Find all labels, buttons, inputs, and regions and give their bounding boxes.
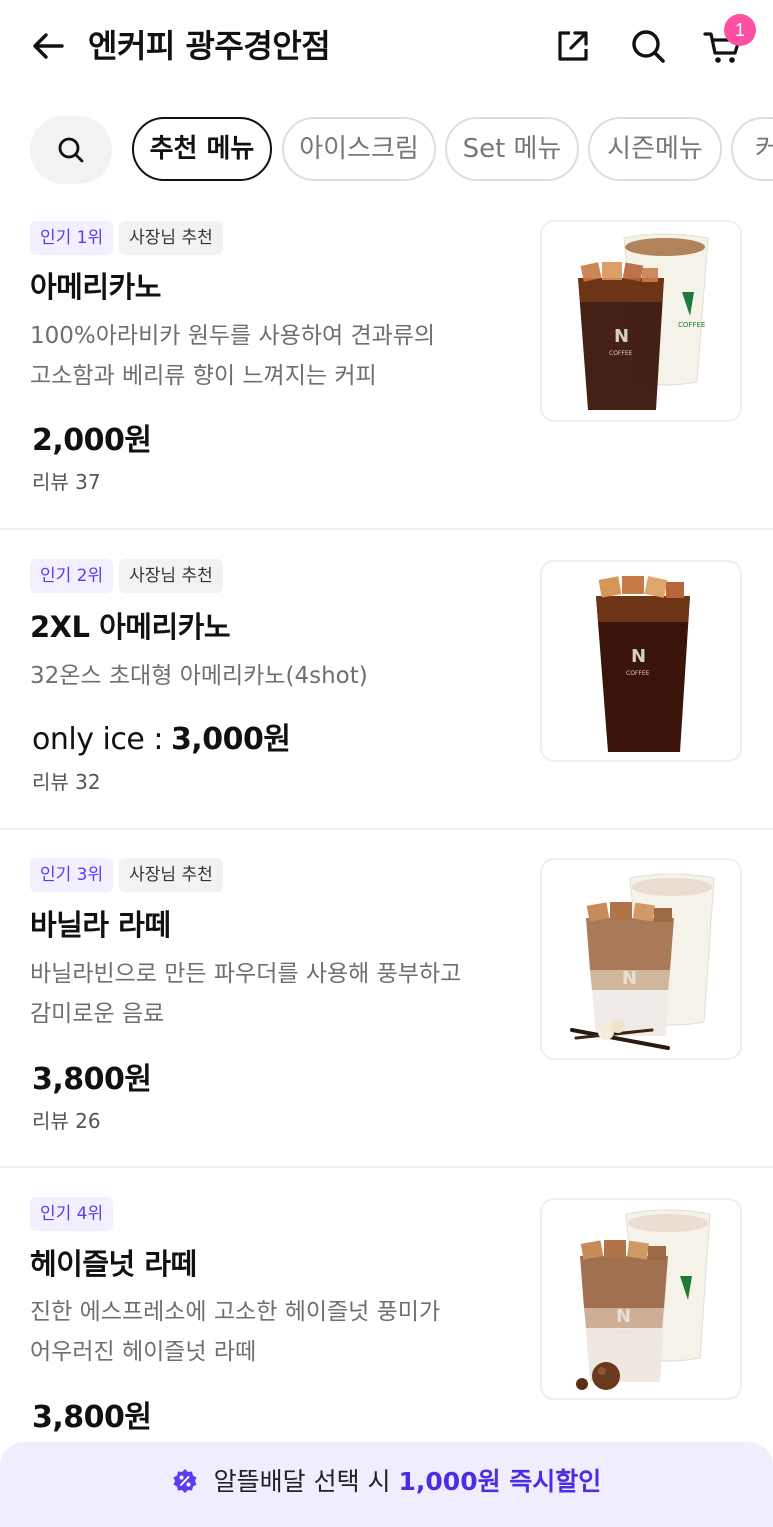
arrow-left-icon <box>33 33 64 59</box>
share-button[interactable] <box>553 26 593 66</box>
popularity-badge: 인기 2위 <box>30 559 114 593</box>
search-button[interactable] <box>628 26 668 66</box>
promo-discount-highlight: 1,000원 즉시할인 <box>398 1467 602 1496</box>
tab-season-menu[interactable]: 시즌메뉴 <box>588 117 722 181</box>
owner-pick-badge: 사장님 추천 <box>119 559 223 593</box>
cup-brand-text: COFFEE <box>626 670 650 677</box>
cup-logo: N <box>616 1306 631 1327</box>
menu-search-button[interactable] <box>30 116 112 184</box>
owner-pick-badge: 사장님 추천 <box>119 858 223 892</box>
search-icon <box>58 137 84 163</box>
popularity-badge: 인기 1위 <box>30 221 114 255</box>
item-price: 3,800원 <box>32 1400 152 1435</box>
promo-banner[interactable]: 알뜰배달 선택 시 1,000원 즉시할인 <box>0 1442 773 1527</box>
item-name: 2XL 아메리카노 <box>30 610 231 644</box>
hazelnut-latte-image: N COFFEE <box>576 1209 711 1390</box>
item-description-line: 32온스 초대형 아메리카노(4shot) <box>30 663 368 689</box>
item-image: N COFFEE <box>540 1198 742 1400</box>
item-description-line: 진한 에스프레소에 고소한 헤이즐넛 풍미가 <box>30 1299 441 1325</box>
search-icon <box>632 30 665 63</box>
2xl-iced-americano-image: N COFFEE <box>596 576 690 752</box>
owner-pick-badge: 사장님 추천 <box>119 221 223 255</box>
item-image: N COFFEE <box>540 560 742 762</box>
category-tabs: 추천 메뉴 아이스크림 Set 메뉴 시즌메뉴 커 <box>0 116 773 186</box>
item-name: 바닐라 라떼 <box>30 908 171 942</box>
cup-brand-text: COFFEE <box>609 350 633 357</box>
tab-ice-cream[interactable]: 아이스크림 <box>282 117 436 181</box>
discount-badge-icon <box>173 1469 197 1493</box>
iced-americano-with-hot-cup-image: COFFEE N COFFEE <box>578 233 709 410</box>
store-title: 엔커피 광주경안점 <box>88 27 331 65</box>
tab-set-menu[interactable]: Set 메뉴 <box>445 117 579 181</box>
item-description: 진한 에스프레소에 고소한 헤이즐넛 풍미가 어우러진 헤이즐넛 라떼 <box>30 1292 490 1372</box>
menu-item-americano[interactable]: 인기 1위 사장님 추천 아메리카노 100%아라비카 원두를 사용하여 견과류의… <box>0 218 773 530</box>
item-price: only ice :3,000원 <box>32 714 291 758</box>
menu-item-2xl-americano[interactable]: 인기 2위 사장님 추천 2XL 아메리카노 32온스 초대형 아메리카노(4sh… <box>0 528 773 830</box>
vanilla-latte-image: N <box>570 873 715 1050</box>
cup-logo: N <box>614 326 629 347</box>
item-description: 32온스 초대형 아메리카노(4shot) <box>30 656 490 696</box>
cup-brand-text: COFFEE <box>678 321 705 329</box>
item-image: COFFEE N COFFEE <box>540 220 742 422</box>
price-prefix: only ice : <box>32 722 163 757</box>
promo-text: 알뜰배달 선택 시 <box>213 1467 391 1496</box>
tab-recommended[interactable]: 추천 메뉴 <box>132 117 272 181</box>
item-badges: 인기 3위 사장님 추천 <box>30 858 229 892</box>
item-price: 2,000원 <box>32 423 152 458</box>
item-review-count: 리뷰 26 <box>32 1109 101 1133</box>
item-badges: 인기 2위 사장님 추천 <box>30 559 229 593</box>
top-app-bar: 엔커피 광주경안점 1 <box>0 0 773 96</box>
popularity-badge: 인기 4위 <box>30 1197 114 1231</box>
item-name: 헤이즐넛 라떼 <box>30 1247 197 1281</box>
item-description: 100%아라비카 원두를 사용하여 견과류의 고소함과 베리류 향이 느껴지는 … <box>30 316 490 396</box>
item-description-line: 고소함과 베리류 향이 느껴지는 커피 <box>30 363 377 389</box>
share-icon <box>558 31 588 61</box>
cart-count-badge: 1 <box>724 14 756 46</box>
item-description-line: 감미로운 음료 <box>30 1001 165 1027</box>
item-description-line: 100%아라비카 원두를 사용하여 견과류의 <box>30 323 436 349</box>
item-description: 바닐라빈으로 만든 파우더를 사용해 풍부하고 감미로운 음료 <box>30 954 490 1034</box>
menu-item-vanilla-latte[interactable]: 인기 3위 사장님 추천 바닐라 라떼 바닐라빈으로 만든 파우더를 사용해 풍부… <box>0 828 773 1168</box>
price-value: 3,000원 <box>170 722 291 757</box>
menu-item-hazelnut-latte[interactable]: 인기 4위 헤이즐넛 라떼 진한 에스프레소에 고소한 헤이즐넛 풍미가 어우러… <box>0 1166 773 1442</box>
item-badges: 인기 4위 <box>30 1197 119 1231</box>
cup-brand-text: COFFEE <box>611 1330 635 1337</box>
item-review-count: 리뷰 37 <box>32 470 101 494</box>
item-review-count: 리뷰 32 <box>32 770 101 794</box>
item-description-line: 바닐라빈으로 만든 파우더를 사용해 풍부하고 <box>30 961 462 987</box>
back-button[interactable] <box>28 26 68 66</box>
item-image: N <box>540 858 742 1060</box>
tab-coffee[interactable]: 커 <box>731 117 773 181</box>
item-name: 아메리카노 <box>30 270 161 304</box>
item-badges: 인기 1위 사장님 추천 <box>30 221 229 255</box>
cup-logo: N <box>631 646 646 667</box>
item-description-line: 어우러진 헤이즐넛 라떼 <box>30 1339 257 1365</box>
popularity-badge: 인기 3위 <box>30 858 114 892</box>
item-price: 3,800원 <box>32 1062 152 1097</box>
cup-logo: N <box>622 968 637 989</box>
